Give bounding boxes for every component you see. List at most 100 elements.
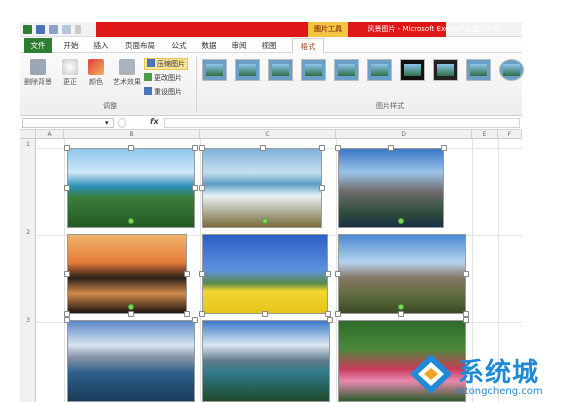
art-effects-icon: [119, 59, 135, 75]
resize-handle[interactable]: [64, 271, 70, 277]
tab-view[interactable]: 视图: [256, 38, 282, 53]
resize-handle[interactable]: [398, 311, 404, 317]
redo-icon[interactable]: [62, 25, 71, 34]
resize-handle[interactable]: [260, 145, 266, 151]
compress-icon: [147, 59, 155, 67]
rotate-handle[interactable]: [128, 304, 134, 310]
resize-handle[interactable]: [325, 271, 331, 277]
rotate-handle[interactable]: [128, 218, 134, 224]
art-effects-button[interactable]: 艺术效果: [110, 59, 144, 87]
landscape-photo-mountain[interactable]: [338, 148, 444, 228]
resize-handle[interactable]: [192, 145, 198, 151]
remove-background-icon: [30, 59, 46, 75]
picture-style-1[interactable]: [202, 59, 227, 81]
tab-data[interactable]: 数据: [196, 38, 222, 53]
tab-formulas[interactable]: 公式: [166, 38, 192, 53]
landscape-photo-field[interactable]: [202, 234, 328, 314]
save-icon[interactable]: [36, 25, 45, 34]
corrections-button[interactable]: 更正: [58, 59, 82, 87]
tab-review[interactable]: 审阅: [226, 38, 252, 53]
insert-function-button[interactable]: fx: [150, 117, 159, 126]
column-header-c[interactable]: C: [200, 130, 336, 139]
picture-style-2[interactable]: [235, 59, 260, 81]
resize-handle[interactable]: [327, 317, 333, 323]
adjust-group-label: 调整: [103, 102, 117, 110]
window-title: 风景图片 - Microsoft Excel(产品激活失败): [367, 25, 503, 33]
picture-style-6[interactable]: [367, 59, 392, 81]
column-header-f[interactable]: F: [498, 130, 522, 139]
picture-style-7[interactable]: [400, 59, 425, 81]
name-box-dropdown-icon[interactable]: ▾: [105, 119, 109, 127]
resize-handle[interactable]: [388, 145, 394, 151]
tab-insert[interactable]: 插入: [88, 38, 114, 53]
resize-handle[interactable]: [199, 311, 205, 317]
resize-handle[interactable]: [184, 271, 190, 277]
formula-bar: ▾ fx: [20, 116, 522, 130]
tab-page-layout[interactable]: 页面布局: [120, 38, 160, 53]
watermark-logo: 系统城 xitongcheng.com: [408, 350, 558, 402]
resize-handle[interactable]: [64, 145, 70, 151]
resize-handle[interactable]: [128, 311, 134, 317]
reset-picture-button[interactable]: 重设图片: [144, 87, 182, 97]
landscape-photo-alpine-lake[interactable]: [67, 320, 195, 402]
formula-input[interactable]: [164, 118, 520, 128]
column-header-e[interactable]: E: [472, 130, 498, 139]
rotate-handle[interactable]: [262, 218, 268, 224]
resize-handle[interactable]: [192, 317, 198, 323]
picture-style-5[interactable]: [334, 59, 359, 81]
resize-handle[interactable]: [192, 185, 198, 191]
picture-style-10[interactable]: [499, 59, 524, 81]
resize-handle[interactable]: [441, 145, 447, 151]
column-header-d[interactable]: D: [336, 130, 472, 139]
tab-home[interactable]: 开始: [58, 38, 84, 53]
landscape-photo-lake[interactable]: [67, 148, 195, 228]
color-button[interactable]: 颜色: [84, 59, 108, 87]
column-header-b[interactable]: B: [64, 130, 200, 139]
name-box[interactable]: ▾: [22, 118, 114, 128]
row-header-2[interactable]: 2: [20, 229, 36, 236]
change-picture-button[interactable]: 更改图片: [144, 73, 182, 83]
resize-handle[interactable]: [262, 311, 268, 317]
rotate-handle[interactable]: [398, 218, 404, 224]
picture-style-3[interactable]: [268, 59, 293, 81]
resize-handle[interactable]: [199, 185, 205, 191]
row-header-3[interactable]: 3: [20, 317, 36, 324]
resize-handle[interactable]: [335, 271, 341, 277]
resize-handle[interactable]: [319, 145, 325, 151]
resize-handle[interactable]: [319, 185, 325, 191]
cancel-icon[interactable]: [118, 118, 126, 128]
tab-format[interactable]: 格式: [292, 38, 324, 53]
resize-handle[interactable]: [335, 145, 341, 151]
rotate-handle[interactable]: [398, 304, 404, 310]
tab-file[interactable]: 文件: [24, 38, 52, 53]
landscape-photo-sunset[interactable]: [67, 234, 187, 314]
resize-handle[interactable]: [335, 311, 341, 317]
reset-picture-label: 重设图片: [154, 88, 182, 96]
compress-pictures-button[interactable]: 压缩图片: [144, 58, 188, 70]
landscape-photo-forest-lake[interactable]: [202, 320, 330, 402]
row-header-1[interactable]: 1: [20, 141, 36, 148]
ribbon-tabs: 文件 开始 插入 页面布局 公式 数据 审阅 视图 格式: [20, 37, 522, 53]
picture-style-4[interactable]: [301, 59, 326, 81]
watermark-brand: 系统城: [458, 358, 540, 388]
resize-handle[interactable]: [199, 145, 205, 151]
resize-handle[interactable]: [64, 317, 70, 323]
landscape-photo-valley[interactable]: [338, 234, 466, 314]
excel-logo-icon: [23, 25, 32, 34]
picture-style-8[interactable]: [433, 59, 458, 81]
picture-style-9[interactable]: [466, 59, 491, 81]
column-header-a[interactable]: A: [36, 130, 64, 139]
resize-handle[interactable]: [463, 317, 469, 323]
column-headers: A B C D E F: [20, 130, 522, 139]
picture-tools-label: 图片工具: [308, 22, 348, 37]
resize-handle[interactable]: [184, 311, 190, 317]
resize-handle[interactable]: [463, 271, 469, 277]
resize-handle[interactable]: [128, 145, 134, 151]
resize-handle[interactable]: [64, 185, 70, 191]
remove-background-button[interactable]: 删除背景: [22, 59, 54, 87]
resize-handle[interactable]: [199, 271, 205, 277]
customize-toolbar-icon[interactable]: [75, 25, 81, 34]
select-all-corner[interactable]: [20, 130, 36, 139]
undo-icon[interactable]: [49, 25, 58, 34]
landscape-photo-waterfall[interactable]: [202, 148, 322, 228]
